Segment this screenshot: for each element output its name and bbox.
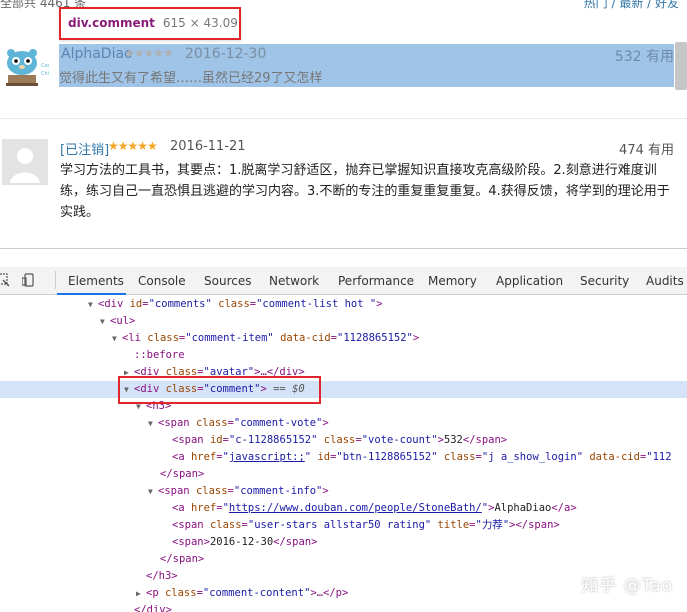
inspect-element-icon[interactable] <box>0 273 10 291</box>
dom-node-line[interactable]: ▼ <span class="comment-info"> <box>0 483 687 500</box>
dom-node-line[interactable]: ▶ <div class="avatar">…</div> <box>0 364 687 381</box>
dom-node-line[interactable]: </div> <box>0 602 687 612</box>
tooltip-selector: div.comment <box>68 16 155 30</box>
toolbar-divider <box>55 271 56 289</box>
collapse-triangle-icon[interactable]: ▶ <box>136 585 146 602</box>
zhihu-watermark: 知乎 @Tao <box>581 576 673 596</box>
svg-text:Cod: Cod <box>41 63 49 69</box>
element-inspect-tooltip: div.comment 615 × 43.09 <box>59 7 241 40</box>
active-tab-indicator <box>57 293 126 295</box>
rating-stars: ★★★★★ <box>108 139 158 153</box>
vote-count[interactable]: 474 有用 <box>619 139 674 158</box>
dom-node-line[interactable]: <span id="c-1128865152" class="vote-coun… <box>0 432 687 449</box>
selected-node-annotation-box <box>118 376 321 404</box>
dom-node-line[interactable]: </span> <box>0 551 687 568</box>
expand-triangle-icon[interactable]: ▼ <box>148 415 158 432</box>
dom-node-line[interactable]: <a href="https://www.douban.com/people/S… <box>0 500 687 517</box>
dom-node-line[interactable]: <a href="javascript:;" id="btn-112886515… <box>0 449 687 466</box>
dom-node-line[interactable]: ▼ <span class="comment-vote"> <box>0 415 687 432</box>
expand-triangle-icon[interactable]: ▼ <box>112 330 122 347</box>
tab-security[interactable]: Security <box>580 274 629 288</box>
comment-text: 觉得此生又有了希望……虽然已经29了又怎样 <box>59 71 323 86</box>
tooltip-dimensions: 615 × 43.09 <box>162 16 238 30</box>
tab-memory[interactable]: Memory <box>428 274 477 288</box>
tab-sources[interactable]: Sources <box>204 274 251 288</box>
tab-performance[interactable]: Performance <box>338 274 414 288</box>
dom-node-line[interactable]: ▼ <li class="comment-item" data-cid="1128… <box>0 330 687 347</box>
dom-node-line[interactable]: ▼ <div id="comments" class="comment-list … <box>0 296 687 313</box>
tab-application[interactable]: Application <box>496 274 563 288</box>
devtools-panel: Elements Console Sources Network Perform… <box>0 248 687 612</box>
dom-node-line[interactable]: ▼ <h3> <box>0 398 687 415</box>
tab-network[interactable]: Network <box>269 274 319 288</box>
gopher-avatar[interactable]: Cod Chit <box>3 45 51 91</box>
expand-triangle-icon[interactable]: ▼ <box>148 483 158 500</box>
device-toolbar-icon[interactable] <box>21 273 36 291</box>
dom-node-line[interactable]: ▼ <ul> <box>0 313 687 330</box>
dom-node-line[interactable]: ::before <box>0 347 687 364</box>
dom-tree: ▼ <div id="comments" class="comment-list … <box>0 296 687 612</box>
page-scrollbar[interactable] <box>675 42 687 90</box>
comment-date: 2016-12-30 <box>185 46 267 62</box>
vote-count[interactable]: 532 有用 <box>615 46 674 66</box>
devtools-toolbar: Elements Console Sources Network Perform… <box>0 267 687 295</box>
tab-audits[interactable]: Audits <box>646 274 684 288</box>
comment-sort-fragment[interactable]: 热门 / 最新 / 好友 <box>584 0 679 11</box>
douban-page: 全部共 4461 条 热门 / 最新 / 好友 Cod Chit AlphaDi… <box>0 0 687 248</box>
comment-date: 2016-11-21 <box>170 139 246 154</box>
expand-triangle-icon[interactable]: ▼ <box>100 313 110 330</box>
dom-node-line[interactable]: <span>2016-12-30</span> <box>0 534 687 551</box>
svg-text:Chit: Chit <box>41 71 49 77</box>
tab-elements[interactable]: Elements <box>68 274 124 288</box>
comment-divider <box>0 118 687 119</box>
comment-text: 学习方法的工具书，其要点：1.脱离学习舒适区，抛弃已掌握知识直接攻克高级阶段。2… <box>60 163 670 220</box>
comment-author[interactable]: AlphaDiao <box>61 46 133 62</box>
comment-author[interactable]: [已注销] <box>60 139 109 158</box>
dom-node-line[interactable]: </span> <box>0 466 687 483</box>
tab-console[interactable]: Console <box>138 274 186 288</box>
dom-node-line-selected[interactable]: ▼ <div class="comment"> == $0 <box>0 381 687 398</box>
rating-stars: ★★★★★ <box>124 46 174 60</box>
dom-node-line[interactable]: <span class="user-stars allstar50 rating… <box>0 517 687 534</box>
default-avatar[interactable] <box>2 139 48 185</box>
expand-triangle-icon[interactable]: ▼ <box>88 296 98 313</box>
